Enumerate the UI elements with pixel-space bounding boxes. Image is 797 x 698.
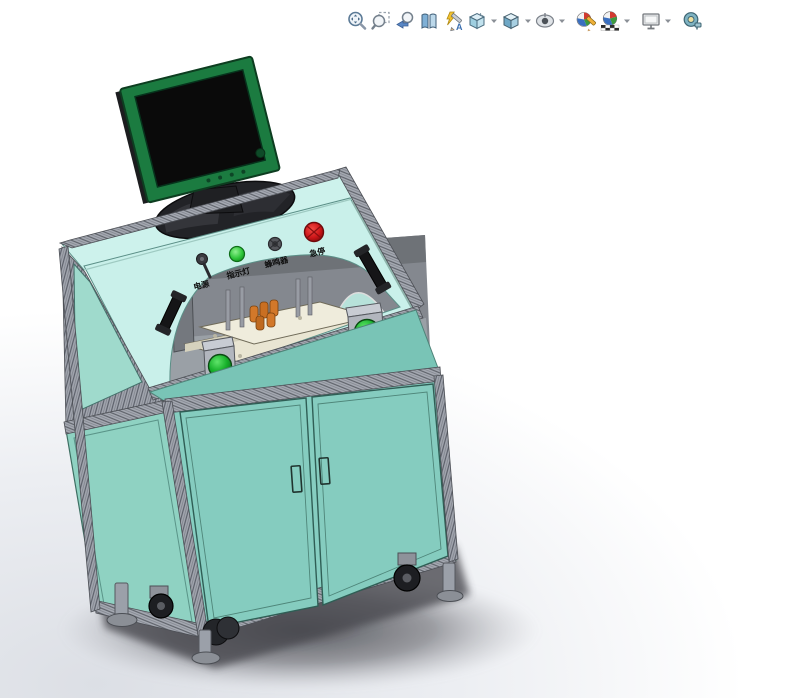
cad-viewport[interactable]: A [0, 0, 797, 698]
machine-3d-model[interactable]: 电源 指示灯 蜂鸣器 急停 [0, 0, 797, 698]
buzzer [269, 238, 282, 251]
caster-rear-right [394, 553, 420, 591]
emergency-stop-button[interactable] [305, 223, 324, 242]
indicator-lamp [230, 247, 245, 262]
